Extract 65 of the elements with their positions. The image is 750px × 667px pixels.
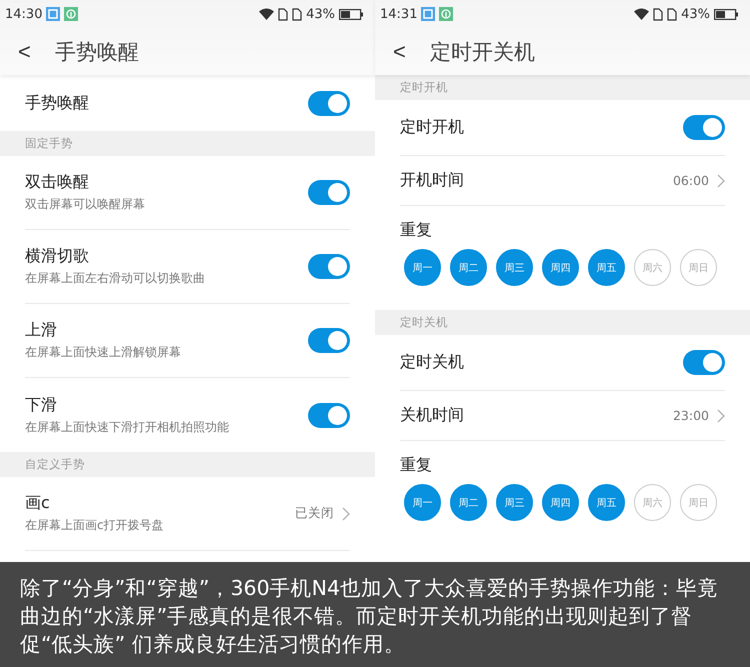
weekday-toggle[interactable]: 周四 [542, 484, 579, 521]
sim-icon [653, 8, 664, 20]
weekday-toggle[interactable]: 周三 [496, 484, 533, 521]
weekday-toggle[interactable]: 周六 [634, 484, 671, 521]
toggle-switch[interactable] [308, 254, 350, 279]
section-header: 自定义手势 [0, 452, 375, 477]
weekday-toggle[interactable]: 周四 [542, 249, 579, 286]
row-subtitle: 在屏幕上面快速上滑解锁屏幕 [25, 344, 182, 361]
weekday-toggle[interactable]: 周一 [404, 249, 441, 286]
section-header: 定时关机 [375, 310, 750, 335]
row-subtitle: 双击屏幕可以唤醒屏幕 [25, 196, 146, 213]
toggle-switch[interactable] [683, 115, 725, 140]
weekday-toggle[interactable]: 周二 [450, 484, 487, 521]
row-title: 双击唤醒 [25, 172, 90, 193]
caption: 除了“分身”和“穿越”，360手机N4也加入了大众喜爱的手势操作功能：毕竟曲边的“水漾屏”手感真的是很不错。而定时开关机功能的出现则起到了督促“低头族” 们养成良好生活习惯的作用。 [0, 562, 750, 667]
row-title: 重复 [400, 220, 433, 241]
weekday-toggle[interactable]: 周日 [680, 249, 717, 286]
toggle-switch[interactable] [683, 350, 725, 375]
weekday-toggle[interactable]: 周六 [634, 249, 671, 286]
sim-icon [278, 8, 288, 20]
battery-percent: 43% [306, 6, 335, 22]
chevron-icon [342, 506, 350, 520]
sim-icon [292, 8, 302, 20]
row-title: 手势唤醒 [25, 92, 90, 114]
weekday-toggle[interactable]: 周二 [450, 249, 487, 286]
back-button[interactable]: < [393, 38, 406, 64]
row-title: 重复 [400, 455, 433, 476]
battery-icon [714, 8, 738, 20]
row-title: 画c [25, 493, 51, 514]
wifi-icon [259, 8, 274, 20]
chevron-icon [717, 174, 725, 188]
row-value: 已关闭 [295, 505, 334, 522]
weekday-toggle[interactable]: 周一 [404, 484, 441, 521]
section-header: 定时开机 [375, 75, 750, 100]
row-value: 23:00 [672, 408, 709, 423]
section-header: 固定手势 [0, 131, 375, 156]
toggle-switch[interactable] [308, 180, 350, 205]
weekday-toggle[interactable]: 周日 [680, 484, 717, 521]
back-button[interactable]: < [18, 38, 31, 64]
sim-icon [667, 8, 678, 20]
weekday-toggle[interactable]: 周五 [588, 484, 625, 521]
page-title: 手势唤醒 [54, 38, 139, 66]
row-subtitle: 在屏幕上面左右滑动可以切换歌曲 [25, 270, 206, 287]
row-value: 06:00 [672, 173, 709, 188]
battery-percent: 43% [681, 6, 710, 22]
weekday-toggle[interactable]: 周五 [588, 249, 625, 286]
clock: 14:30 [5, 6, 42, 22]
row-title: 上滑 [25, 320, 58, 341]
row-title: 横滑切歌 [25, 246, 90, 267]
row-title: 定时开机 [400, 117, 465, 138]
toggle-switch[interactable] [308, 328, 350, 353]
toggle-switch[interactable] [308, 402, 350, 428]
page-title: 定时开关机 [430, 38, 535, 66]
wifi-icon [634, 8, 650, 20]
row-title: 开机时间 [400, 170, 465, 191]
weekday-toggle[interactable]: 周三 [496, 249, 533, 286]
row-title: 关机时间 [400, 405, 465, 426]
row-title: 下滑 [25, 394, 58, 416]
row-subtitle: 在屏幕上面画c打开拨号盘 [25, 517, 165, 534]
battery-icon [339, 8, 363, 20]
clock: 14:31 [380, 6, 418, 22]
toggle-switch[interactable] [308, 90, 350, 116]
row-title: 定时关机 [400, 352, 465, 373]
chevron-icon [717, 408, 725, 422]
row-subtitle: 在屏幕上面快速下滑打开相机拍照功能 [25, 418, 230, 436]
